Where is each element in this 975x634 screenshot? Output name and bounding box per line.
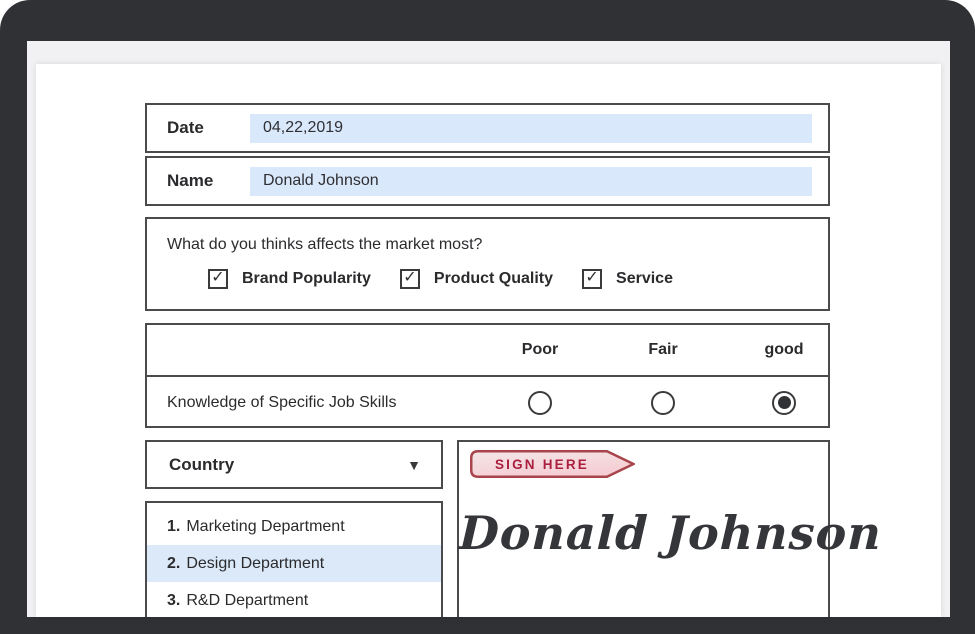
sign-here-label: SIGN HERE (495, 457, 589, 472)
column-header-fair: Fair (590, 341, 736, 359)
checkbox-label: Brand Popularity (242, 270, 371, 288)
rating-table-header: Poor Fair good (147, 325, 828, 377)
market-question-box: What do you thinks affects the market mo… (145, 217, 830, 311)
checkbox-icon[interactable]: ✓ (208, 269, 228, 289)
list-item-number: 1. (167, 518, 180, 536)
checkbox-icon[interactable]: ✓ (400, 269, 420, 289)
checkbox-icon[interactable]: ✓ (582, 269, 602, 289)
department-list: 1. Marketing Department 2. Design Depart… (145, 501, 443, 617)
chevron-down-icon: ▼ (407, 458, 421, 472)
signature-value: Donald Johnson (458, 500, 829, 566)
column-header-poor: Poor (490, 341, 590, 359)
radio-fair[interactable] (651, 391, 675, 415)
question-text: What do you thinks affects the market mo… (147, 219, 828, 254)
country-select[interactable]: Country ▼ (145, 440, 443, 489)
radio-good[interactable] (772, 391, 796, 415)
checkbox-option-service[interactable]: ✓ Service (582, 269, 673, 289)
signature-box[interactable]: SIGN HERE Donald Johnson (457, 440, 830, 617)
rating-table: Poor Fair good Knowledge of Specific Job… (145, 323, 830, 428)
form-page: Date 04,22,2019 Name Donald Johnson What… (36, 64, 941, 617)
checkmark-icon: ✓ (403, 270, 416, 286)
list-item-label: R&D Department (186, 592, 308, 610)
name-label: Name (167, 171, 250, 191)
checkbox-option-product-quality[interactable]: ✓ Product Quality (400, 269, 553, 289)
tablet-screen: Date 04,22,2019 Name Donald Johnson What… (27, 41, 950, 617)
name-input[interactable]: Donald Johnson (250, 167, 812, 196)
rating-row-label: Knowledge of Specific Job Skills (147, 394, 490, 412)
date-field-row: Date 04,22,2019 (145, 103, 830, 153)
rating-table-row: Knowledge of Specific Job Skills (147, 377, 828, 428)
checkbox-option-brand-popularity[interactable]: ✓ Brand Popularity (208, 269, 371, 289)
list-item-design-department[interactable]: 2. Design Department (147, 545, 441, 582)
checkbox-label: Service (616, 270, 673, 288)
checkmark-icon: ✓ (211, 270, 224, 286)
date-label: Date (167, 118, 250, 138)
checkmark-icon: ✓ (585, 270, 598, 286)
list-item-label: Marketing Department (186, 518, 344, 536)
list-item-label: Design Department (186, 555, 324, 573)
checkbox-label: Product Quality (434, 270, 553, 288)
list-item-number: 3. (167, 592, 180, 610)
checkbox-group: ✓ Brand Popularity ✓ Product Quality ✓ S… (208, 269, 828, 289)
name-value: Donald Johnson (263, 172, 379, 190)
list-item-marketing-department[interactable]: 1. Marketing Department (147, 508, 441, 545)
radio-poor[interactable] (528, 391, 552, 415)
list-item-rd-department[interactable]: 3. R&D Department (147, 582, 441, 617)
list-item-number: 2. (167, 555, 180, 573)
column-header-good: good (736, 341, 832, 359)
country-select-label: Country (169, 455, 234, 475)
date-value: 04,22,2019 (263, 119, 343, 137)
name-field-row: Name Donald Johnson (145, 156, 830, 206)
sign-here-ribbon: SIGN HERE (470, 450, 635, 478)
date-input[interactable]: 04,22,2019 (250, 114, 812, 143)
